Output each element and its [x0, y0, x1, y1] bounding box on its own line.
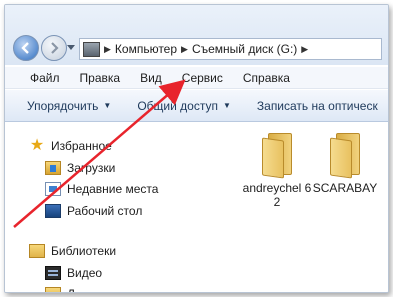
menu-view[interactable]: Вид	[137, 69, 165, 87]
chevron-down-icon: ▼	[103, 101, 112, 110]
back-button[interactable]	[13, 35, 39, 61]
nav-favorites-label: Избранное	[51, 139, 112, 153]
command-bar: Упорядочить ▼ Общий доступ ▼ Записать на…	[5, 90, 388, 122]
folder-label: andreychel 62	[242, 181, 312, 209]
nav-video-label: Видео	[67, 266, 103, 280]
nav-desktop-label: Рабочий стол	[67, 204, 143, 218]
folder-label: SCARABAY	[312, 181, 378, 195]
nav-libraries-label: Библиотеки	[51, 244, 117, 258]
share-label: Общий доступ	[137, 98, 218, 113]
burn-label: Записать на оптическ	[256, 98, 378, 113]
share-button[interactable]: Общий доступ ▼	[137, 99, 231, 113]
nav-next-partial-label: Д	[67, 287, 75, 292]
address-bar[interactable]: ▶ Компьютер ▶ Съемный диск (G:) ▶	[79, 38, 382, 60]
breadcrumb-computer[interactable]: Компьютер	[115, 42, 177, 56]
nav-next-partial[interactable]: Д	[45, 287, 75, 292]
chevron-right-icon[interactable]: ▶	[104, 44, 111, 55]
nav-recent-label: Недавние места	[67, 182, 159, 196]
nav-favorites[interactable]: ★ Избранное	[29, 137, 112, 154]
recent-places-icon	[45, 182, 61, 196]
star-icon: ★	[29, 137, 45, 154]
file-list: andreychel 62 SCARABAY	[221, 123, 388, 292]
folder-item[interactable]: SCARABAY	[309, 133, 381, 195]
downloads-icon	[45, 161, 61, 175]
back-arrow-icon	[21, 42, 29, 54]
nav-desktop[interactable]: Рабочий стол	[45, 204, 142, 218]
menu-tools[interactable]: Сервис	[179, 69, 226, 87]
libraries-icon	[29, 244, 45, 258]
menu-help[interactable]: Справка	[240, 69, 293, 87]
folder-item[interactable]: andreychel 62	[241, 133, 313, 209]
folder-icon	[328, 133, 362, 179]
video-icon	[45, 266, 61, 280]
forward-button[interactable]	[41, 35, 67, 61]
explorer-window: ▶ Компьютер ▶ Съемный диск (G:) ▶ Файл П…	[4, 4, 389, 293]
navigation-pane: ★ Избранное Загрузки Недавние места Рабо…	[5, 123, 221, 292]
burn-button[interactable]: Записать на оптическ	[257, 99, 378, 113]
nav-video[interactable]: Видео	[45, 266, 102, 280]
nav-libraries[interactable]: Библиотеки	[29, 244, 116, 258]
forward-arrow-icon	[51, 42, 59, 54]
chevron-down-icon: ▼	[222, 101, 231, 110]
nav-recent[interactable]: Недавние места	[45, 182, 158, 196]
nav-downloads[interactable]: Загрузки	[45, 161, 115, 175]
documents-icon	[45, 287, 61, 292]
organize-button[interactable]: Упорядочить ▼	[27, 99, 111, 113]
organize-label: Упорядочить	[27, 98, 99, 113]
chevron-right-icon[interactable]: ▶	[181, 44, 188, 55]
menu-file[interactable]: Файл	[27, 69, 63, 87]
menu-bar: Файл Правка Вид Сервис Справка	[5, 67, 388, 89]
desktop-icon	[45, 204, 61, 218]
chevron-right-icon[interactable]: ▶	[301, 44, 308, 55]
folder-icon	[260, 133, 294, 179]
recent-pages-dropdown-icon[interactable]	[67, 45, 75, 51]
breadcrumb-removable-disk[interactable]: Съемный диск (G:)	[192, 42, 297, 56]
computer-icon	[83, 41, 100, 57]
nav-downloads-label: Загрузки	[67, 161, 116, 175]
menu-edit[interactable]: Правка	[77, 69, 124, 87]
navigation-bar: ▶ Компьютер ▶ Съемный диск (G:) ▶	[5, 5, 388, 65]
